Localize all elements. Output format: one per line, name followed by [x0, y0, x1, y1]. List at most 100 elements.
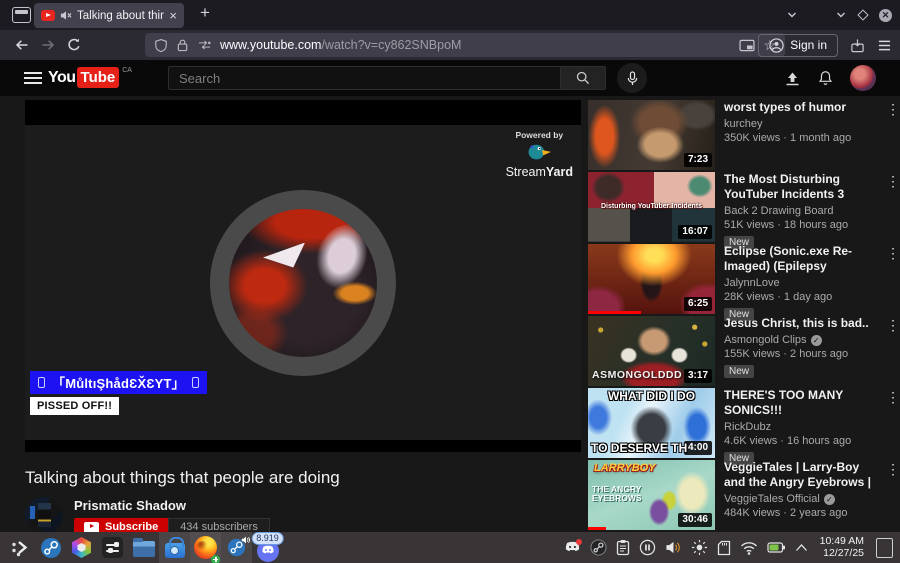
channel-name[interactable]: Prismatic Shadow — [74, 498, 270, 513]
new-tab-button[interactable]: + — [200, 3, 210, 23]
tab-title: Talking about things — [77, 9, 165, 22]
video-duration-badge: 30:46 — [678, 513, 712, 527]
video-title[interactable]: Jesus Christ, this is bad.. — [724, 316, 872, 331]
kebab-menu-icon[interactable]: ⋮ — [886, 389, 900, 406]
video-channel[interactable]: RickDubz — [724, 421, 771, 433]
recommended-video-row[interactable]: ASMONGOLDDD 3:17 Jesus Christ, this is b… — [588, 316, 900, 386]
kebab-menu-icon[interactable]: ⋮ — [886, 245, 900, 262]
video-thumbnail[interactable]: Disturbing YouTuber Incidents 16:07 — [588, 172, 715, 242]
steam-task[interactable] — [221, 532, 252, 563]
video-title[interactable]: Eclipse (Sonic.exe Re-Imaged) (Epilepsy … — [724, 244, 872, 274]
recommended-video-row[interactable]: WHAT DID I DO TO DESERVE TH 4:00 THERE'S… — [588, 388, 900, 465]
video-channel-line: VeggieTales Official ✓ — [724, 493, 872, 506]
browser-tab[interactable]: Talking about things × — [34, 3, 184, 28]
recommended-video-row[interactable]: 6:25 Eclipse (Sonic.exe Re-Imaged) (Epil… — [588, 244, 900, 321]
recommended-video-row[interactable]: 7:23 worst types of humor kurchey 350K v… — [588, 100, 900, 170]
video-channel[interactable]: Back 2 Drawing Board — [724, 205, 833, 217]
video-thumbnail[interactable]: 7:23 — [588, 100, 715, 170]
video-meta: 51K views · 18 hours ago — [724, 219, 849, 231]
kebab-menu-icon[interactable]: ⋮ — [886, 173, 900, 190]
account-avatar[interactable] — [850, 65, 876, 91]
video-channel[interactable]: kurchey — [724, 118, 763, 130]
recommended-video-row[interactable]: LARRYBOY THE ANGRY EYEBROWS 30:46 Veggie… — [588, 460, 900, 530]
kebab-menu-icon[interactable]: ⋮ — [886, 461, 900, 478]
show-desktop-button[interactable] — [876, 537, 893, 558]
steam-launcher[interactable] — [35, 532, 66, 563]
video-thumbnail[interactable]: 6:25 — [588, 244, 715, 314]
url-bar[interactable]: www.youtube.com/watch?v=cy862SNBpoM ☆ — [145, 33, 785, 57]
software-store-task[interactable] — [159, 532, 190, 563]
streamyard-duck-icon — [528, 144, 552, 160]
file-manager-launcher[interactable] — [128, 532, 159, 563]
prism-app-launcher[interactable] — [66, 532, 97, 563]
taskbar-launchers: 8.919 — [0, 532, 284, 563]
tray-expander-icon[interactable] — [795, 543, 808, 552]
settings-app-launcher[interactable] — [97, 532, 128, 563]
kebab-menu-icon[interactable]: ⋮ — [886, 317, 900, 334]
steam-tray-icon[interactable] — [590, 539, 607, 556]
video-channel[interactable]: JalynnLove — [724, 277, 780, 289]
battery-tray-icon[interactable] — [767, 541, 786, 554]
volume-tray-icon[interactable] — [665, 540, 682, 555]
menu-hamburger-icon[interactable] — [877, 39, 892, 52]
sign-in-button[interactable]: Sign in — [758, 33, 838, 57]
close-window-icon[interactable]: ✕ — [879, 8, 892, 22]
video-title[interactable]: VeggieTales | Larry-Boy and the Angry Ey… — [724, 460, 872, 490]
search-input[interactable] — [168, 66, 561, 90]
recommended-video-row[interactable]: Disturbing YouTuber Incidents 16:07 The … — [588, 172, 900, 249]
notifications-bell-icon[interactable] — [818, 70, 833, 87]
subscribe-button[interactable]: Subscribe — [74, 518, 169, 532]
firefox-view-icon[interactable] — [12, 7, 31, 23]
video-channel[interactable]: Asmongold Clips — [724, 334, 807, 346]
wifi-tray-icon[interactable] — [740, 541, 758, 555]
url-text[interactable]: www.youtube.com/watch?v=cy862SNBpoM — [220, 38, 731, 52]
video-channel[interactable]: VeggieTales Official — [724, 493, 820, 505]
firefox-task[interactable] — [190, 532, 221, 563]
guide-menu-icon[interactable] — [24, 72, 42, 84]
counter-badge: 8.919 — [251, 532, 284, 545]
media-pause-tray-icon[interactable] — [639, 539, 656, 556]
upload-icon[interactable] — [784, 71, 801, 86]
minimize-icon[interactable] — [835, 9, 847, 21]
steam-icon — [40, 537, 61, 558]
voice-search-button[interactable] — [617, 63, 647, 93]
video-duration-badge: 7:23 — [683, 153, 712, 167]
forward-button[interactable] — [40, 37, 56, 53]
maximize-icon[interactable] — [857, 9, 869, 21]
video-title[interactable]: The Most Disturbing YouTuber Incidents 3 — [724, 172, 872, 202]
back-button[interactable] — [14, 37, 30, 53]
lock-icon[interactable] — [176, 38, 189, 52]
search-button[interactable] — [561, 66, 606, 90]
tab-muted-speaker-icon[interactable] — [60, 10, 72, 21]
video-thumbnail[interactable]: LARRYBOY THE ANGRY EYEBROWS 30:46 — [588, 460, 715, 530]
subscriber-count: 434 subscribers — [168, 518, 270, 532]
speaker-name: 「MůltıŞhådƐX̌ƐYT」 — [52, 376, 185, 391]
thumbnail-caption-top: WHAT DID I DO — [607, 389, 696, 403]
discord-task[interactable]: 8.919 — [251, 532, 284, 563]
video-duration-badge: 3:17 — [683, 369, 712, 383]
kebab-menu-icon[interactable]: ⋮ — [886, 101, 900, 118]
microphone-icon — [627, 70, 637, 85]
channel-avatar[interactable] — [25, 497, 63, 532]
video-thumbnail[interactable]: WHAT DID I DO TO DESERVE TH 4:00 — [588, 388, 715, 458]
permissions-icon[interactable] — [197, 39, 212, 51]
brightness-tray-icon[interactable] — [691, 539, 708, 556]
youtube-header: You Tube CA — [0, 60, 900, 96]
reload-button[interactable] — [66, 37, 82, 53]
picture-in-picture-icon[interactable] — [739, 39, 756, 52]
clipboard-tray-icon[interactable] — [616, 539, 630, 556]
taskbar-clock[interactable]: 10:49 AM 12/27/25 — [820, 535, 864, 559]
shield-icon[interactable] — [154, 38, 168, 53]
youtube-logo[interactable]: You Tube CA — [48, 67, 132, 88]
list-tabs-chevron-icon[interactable] — [786, 9, 798, 21]
video-title[interactable]: worst types of humor — [724, 100, 872, 115]
video-duration-badge: 6:25 — [683, 297, 712, 311]
sd-card-tray-icon[interactable] — [717, 540, 731, 556]
video-player[interactable]: Powered by StreamYard 「MůltıŞhådƐX̌ƐYT」 … — [25, 100, 581, 452]
video-title[interactable]: THERE'S TOO MANY SONICS!!! — [724, 388, 872, 418]
import-icon[interactable] — [850, 38, 865, 53]
video-thumbnail[interactable]: ASMONGOLDDD 3:17 — [588, 316, 715, 386]
tab-close-icon[interactable]: × — [169, 9, 177, 22]
app-launcher-button[interactable] — [4, 532, 35, 563]
discord-tray-icon[interactable] — [564, 539, 582, 554]
